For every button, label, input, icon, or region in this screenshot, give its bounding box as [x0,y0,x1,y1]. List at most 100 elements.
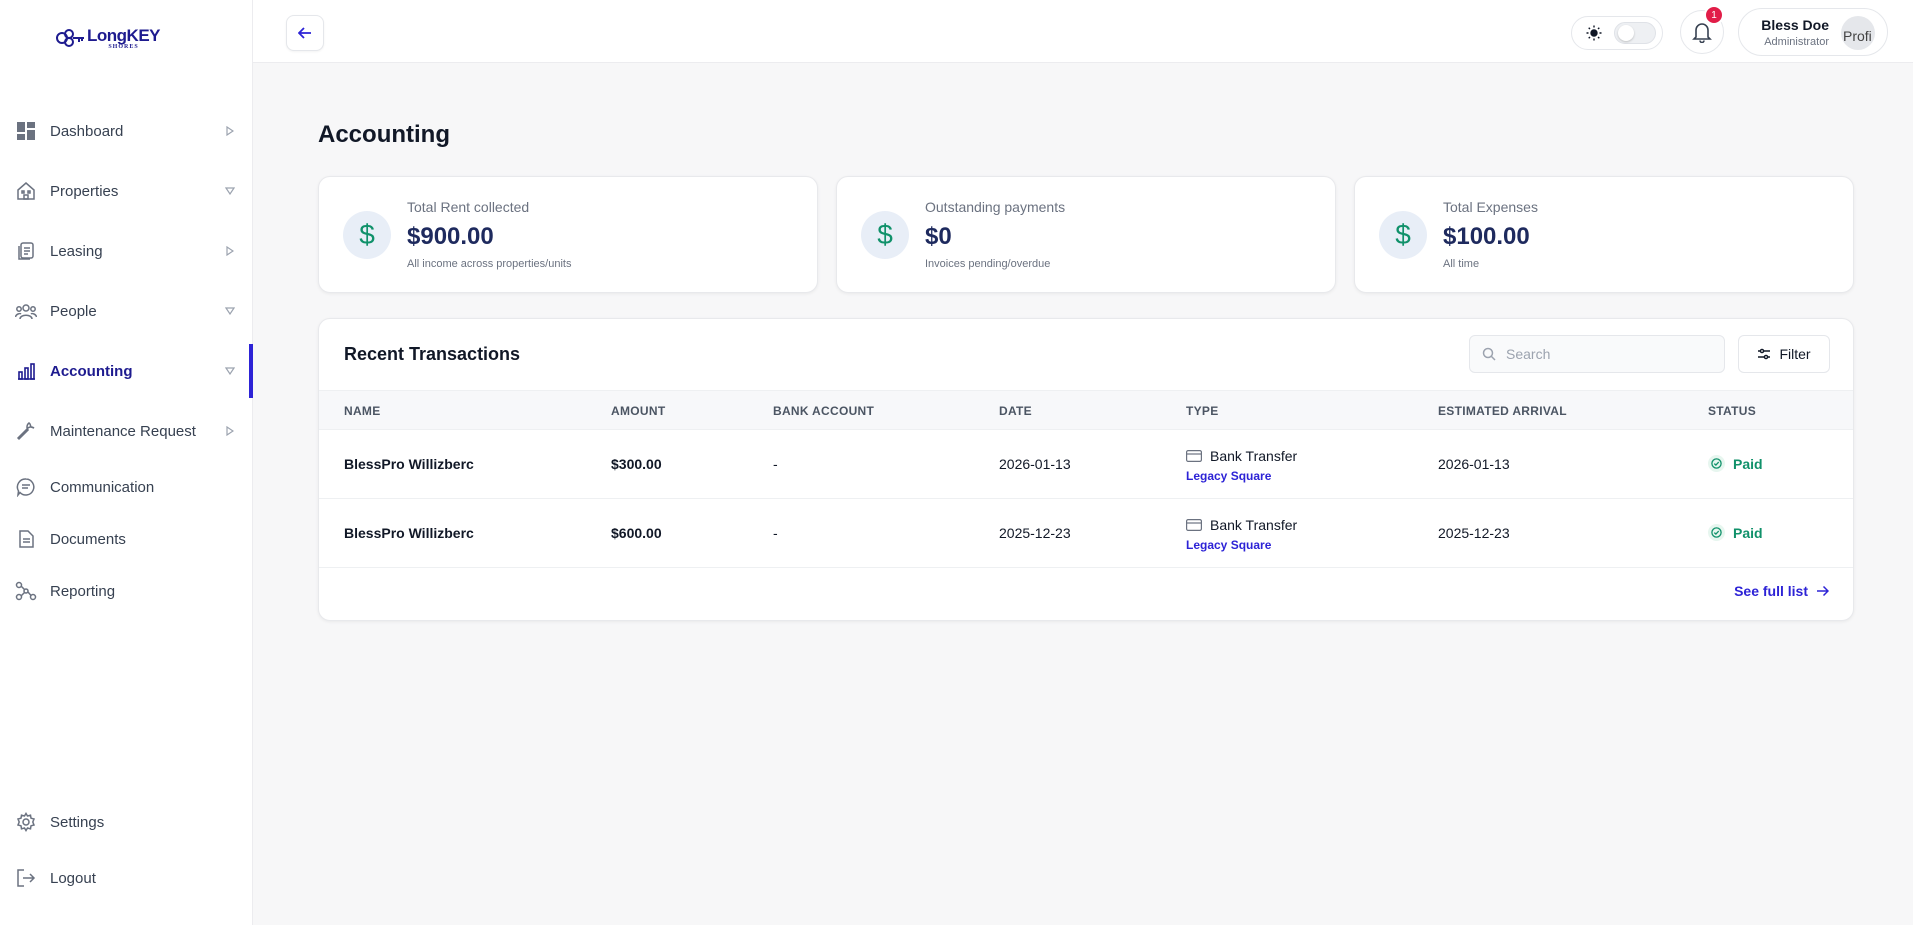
property-link[interactable]: Legacy Square [1186,469,1271,483]
see-full-list-link[interactable]: See full list [1734,583,1829,599]
stat-value: $100.00 [1443,223,1530,250]
toggle-switch[interactable] [1614,22,1656,44]
profile-menu[interactable]: Bless Doe Administrator Profi [1738,8,1888,56]
logo[interactable]: LongKEY SHORES [55,25,161,50]
chevron-right-icon [224,125,236,137]
wrench-icon [15,420,37,442]
toggle-knob [1618,25,1634,41]
dollar-icon: $ [343,211,391,259]
notification-badge: 1 [1704,5,1724,25]
check-circle-icon [1708,524,1725,541]
sidebar-item-documents[interactable]: Documents [0,517,253,561]
stat-label: Outstanding payments [925,199,1066,215]
column-header-name[interactable]: NAME [344,404,381,418]
sidebar-item-label: Properties [50,182,119,200]
sidebar-item-properties[interactable]: Properties [0,169,253,213]
column-header-estimated-arrival[interactable]: ESTIMATED ARRIVAL [1438,404,1567,418]
sun-icon [1586,25,1602,41]
topbar: 1 Bless Doe Administrator Profi [253,0,1913,63]
stat-subtext: All income across properties/units [407,258,572,270]
cell-estimated-arrival: 2025-12-23 [1438,525,1510,541]
stat-card-total-rent: $ Total Rent collected $900.00 All incom… [318,176,818,293]
filter-label: Filter [1779,346,1811,362]
status-badge: Paid [1708,455,1763,472]
cell-bank-account: - [773,525,778,541]
sidebar-item-label: Maintenance Request [50,422,196,440]
recent-transactions-card: Recent Transactions Filter NAME AMOUNT B… [318,318,1854,621]
chevron-right-icon [224,425,236,437]
status-badge: Paid [1708,524,1763,541]
column-header-date[interactable]: DATE [999,404,1032,418]
cell-type-label: Bank Transfer [1210,448,1298,464]
search-box[interactable] [1469,335,1725,373]
cell-name: BlessPro Willizberc [344,525,474,541]
table-row[interactable]: BlessPro Willizberc $600.00 - 2025-12-23… [319,499,1853,568]
property-link[interactable]: Legacy Square [1186,538,1271,552]
search-input[interactable] [1506,346,1706,362]
sidebar-item-label: Communication [50,478,155,496]
column-header-amount[interactable]: AMOUNT [611,404,665,418]
sidebar-item-label: Reporting [50,582,116,600]
filter-button[interactable]: Filter [1738,335,1830,373]
dollar-icon: $ [861,211,909,259]
check-circle-icon [1708,455,1725,472]
page-title: Accounting [318,121,450,148]
documents-stack-icon [15,240,37,262]
card-icon [1186,450,1202,462]
logout-icon [15,867,37,889]
sidebar-item-communication[interactable]: Communication [0,465,253,509]
stat-label: Total Expenses [1443,199,1538,215]
arrow-left-icon [298,27,311,39]
column-header-bank-account[interactable]: BANK ACCOUNT [773,404,874,418]
sidebar-item-label: People [50,302,97,320]
back-button[interactable] [286,15,324,51]
table-header: NAME AMOUNT BANK ACCOUNT DATE TYPE ESTIM… [319,390,1853,430]
avatar[interactable]: Profi [1841,16,1875,50]
column-header-status[interactable]: STATUS [1708,404,1756,418]
sidebar-item-logout[interactable]: Logout [0,856,253,900]
cell-type-label: Bank Transfer [1210,517,1298,533]
see-full-list-label: See full list [1734,583,1808,599]
table-row[interactable]: BlessPro Willizberc $300.00 - 2026-01-13… [319,430,1853,499]
chevron-right-icon [224,245,236,257]
sidebar-item-settings[interactable]: Settings [0,800,253,844]
chat-icon [15,476,37,498]
cell-amount: $300.00 [611,456,662,472]
sidebar-item-reporting[interactable]: Reporting [0,569,253,613]
people-icon [15,300,37,322]
cell-date: 2026-01-13 [999,456,1071,472]
sidebar-item-label: Documents [50,530,126,548]
sidebar-item-maintenance-request[interactable]: Maintenance Request [0,409,253,453]
logo-text: LongKEY [87,25,161,45]
bell-icon [1692,23,1712,43]
nodes-icon [15,580,37,602]
user-role: Administrator [1764,36,1829,48]
card-icon [1186,519,1202,531]
sidebar-item-leasing[interactable]: Leasing [0,229,253,273]
cell-estimated-arrival: 2026-01-13 [1438,456,1510,472]
cell-type: Bank Transfer [1186,448,1297,464]
section-title: Recent Transactions [344,344,521,364]
theme-toggle[interactable] [1571,16,1663,50]
chevron-down-icon [224,365,236,377]
chevron-down-icon [224,305,236,317]
gear-icon [15,811,37,833]
sidebar-item-label: Settings [50,813,105,831]
sidebar-item-accounting[interactable]: Accounting [0,344,253,398]
sidebar-item-people[interactable]: People [0,289,253,333]
stat-label: Total Rent collected [407,199,530,215]
stat-subtext: Invoices pending/overdue [925,258,1051,270]
stat-card-outstanding-payments: $ Outstanding payments $0 Invoices pendi… [836,176,1336,293]
sidebar: LongKEY SHORES Dashboard Properties Leas… [0,0,253,925]
status-label: Paid [1733,455,1763,472]
logo-subtext: SHORES [108,43,139,50]
column-header-type[interactable]: TYPE [1186,404,1219,418]
sliders-icon [1758,348,1771,360]
cell-name: BlessPro Willizberc [344,456,474,472]
cell-date: 2025-12-23 [999,525,1071,541]
sidebar-item-label: Logout [50,869,96,887]
stat-value: $900.00 [407,223,494,250]
user-name: Bless Doe [1761,17,1829,33]
sidebar-item-dashboard[interactable]: Dashboard [0,109,253,153]
dashboard-icon [15,120,37,142]
